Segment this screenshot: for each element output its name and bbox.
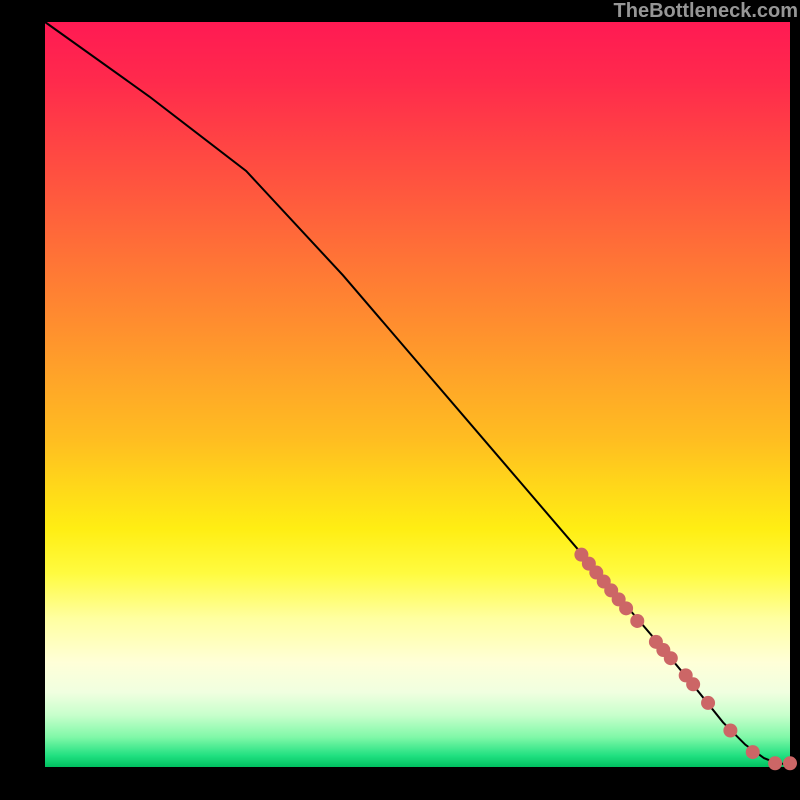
data-point <box>664 651 678 665</box>
chart-svg <box>45 22 790 767</box>
data-point <box>723 723 737 737</box>
data-point <box>701 696 715 710</box>
data-point <box>619 601 633 615</box>
data-point <box>630 614 644 628</box>
data-point <box>686 677 700 691</box>
chart-stage: TheBottleneck.com <box>0 0 800 800</box>
bottleneck-curve <box>45 22 790 764</box>
data-point <box>783 756 797 770</box>
watermark-text: TheBottleneck.com <box>614 0 798 23</box>
data-point <box>746 745 760 759</box>
data-point <box>768 756 782 770</box>
